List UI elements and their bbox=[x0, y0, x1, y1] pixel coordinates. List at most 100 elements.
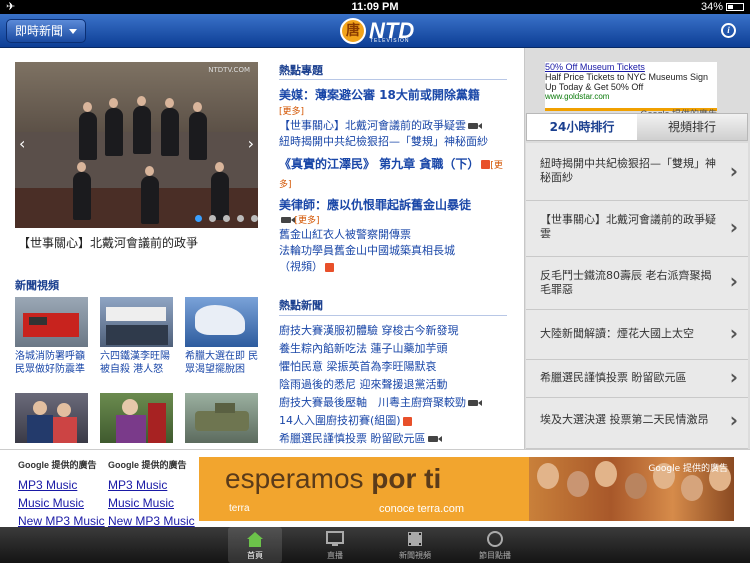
hot-news-title: 熱點新聞 bbox=[279, 299, 323, 312]
news-link-text: 陰雨過後的悉尼 迎來聲援退黨活動 bbox=[279, 378, 448, 391]
navigation-bar: 即時新聞 唐 NTD TELEVISION i bbox=[0, 14, 750, 48]
ranking-item-text: 反毛鬥士鐵流80壽辰 老右派齊聚揭毛罪惡 bbox=[540, 269, 712, 296]
terra-banner-ad[interactable]: esperamos por ti terra conoce terra.com … bbox=[199, 457, 734, 521]
more-label: [更多] bbox=[279, 107, 305, 117]
home-icon bbox=[247, 532, 263, 547]
news-link[interactable]: 懼怕民意 梁振英首為李旺陽默哀 bbox=[279, 359, 509, 375]
ranking-item[interactable]: 希臘選民謹慎投票 盼留歐元區 › bbox=[526, 360, 748, 398]
ad-description: Half Price Tickets to NYC Museums Sign U… bbox=[545, 72, 709, 92]
hero-carousel[interactable]: NTDTV.COM ‹ › bbox=[15, 62, 258, 228]
carousel-prev-icon[interactable]: ‹ bbox=[19, 134, 25, 153]
info-icon[interactable]: i bbox=[721, 23, 736, 38]
topic-link[interactable]: 法輪功學員舊金山中國城築真相長城（視頻） bbox=[279, 243, 469, 275]
ranking-item-text: 大陸新聞解讀：煙花大國上太空 bbox=[540, 327, 694, 340]
news-link[interactable]: 14人入圍廚技初賽(組圖) bbox=[279, 413, 509, 429]
page-dot bbox=[195, 215, 202, 222]
carousel-page-indicator bbox=[195, 215, 258, 222]
video-section-title: 新聞視頻 bbox=[15, 279, 59, 292]
chevron-down-icon bbox=[69, 28, 78, 34]
ad-link[interactable]: Music Music bbox=[18, 494, 110, 512]
news-menu-button[interactable]: 即時新聞 bbox=[6, 19, 87, 43]
ranking-item[interactable]: 大陸新聞解讀：煙花大國上太空 › bbox=[526, 310, 748, 360]
tab-on-demand-label: 節目點播 bbox=[479, 551, 511, 560]
video-item[interactable] bbox=[15, 393, 89, 443]
sidebar-ad[interactable]: 50% Off Museum Tickets Half Price Ticket… bbox=[545, 62, 717, 119]
news-link-text: 廚技大賽漢服初體驗 穿梭古今新發現 bbox=[279, 324, 459, 337]
tab-home[interactable]: 首頁 bbox=[228, 527, 282, 563]
ranking-item[interactable]: 反毛鬥士鐵流80壽辰 老右派齊聚揭毛罪惡 › bbox=[526, 257, 748, 310]
banner-cta: conoce terra.com bbox=[379, 503, 464, 515]
ad-link[interactable]: MP3 Music bbox=[18, 476, 110, 494]
topic-link-text: 紐時揭開中共紀檢狠招—「雙規」神秘面紗 bbox=[279, 135, 488, 148]
video-camera-icon bbox=[427, 436, 442, 442]
news-link[interactable]: 陰雨過後的悉尼 迎來聲援退黨活動 bbox=[279, 377, 509, 393]
google-ad-column: Google 提供的廣告 MP3 Music Music Music New M… bbox=[18, 458, 110, 530]
topic-headline[interactable]: 美媒：薄案避公審 18大前或開除黨籍 bbox=[279, 87, 504, 104]
carousel-next-icon[interactable]: › bbox=[248, 134, 254, 153]
ranking-item-text: 紐時揭開中共紀檢狠招—「雙規」神秘面紗 bbox=[540, 157, 716, 184]
battery-icon bbox=[726, 3, 744, 11]
red-tag-icon bbox=[402, 416, 412, 426]
video-thumbnail bbox=[100, 393, 173, 443]
news-link-text: 14人入圍廚技初賽(組圖) bbox=[279, 414, 401, 427]
banner-text-a: esperamos bbox=[225, 463, 372, 494]
video-item[interactable] bbox=[100, 393, 174, 443]
tab-live[interactable]: 直播 bbox=[308, 527, 362, 563]
banner-attribution: Google 提供的廣告 bbox=[648, 464, 728, 474]
video-camera-icon bbox=[281, 217, 295, 223]
video-thumbnail bbox=[100, 297, 173, 347]
ad-title[interactable]: 50% Off Museum Tickets bbox=[545, 62, 717, 72]
bottom-tab-bar: 首頁 直播 新聞視頻 節目點播 bbox=[0, 527, 750, 563]
video-caption: 洛城消防署呼籲民眾做好防震準 bbox=[15, 351, 85, 375]
ad-link[interactable]: MP3 Music bbox=[108, 476, 200, 494]
video-caption: 希臘大選在即 民眾渴望擺脫困 bbox=[185, 351, 259, 375]
tv-icon bbox=[326, 531, 344, 546]
chevron-right-icon: › bbox=[729, 365, 738, 389]
topic-link[interactable]: 紐時揭開中共紀檢狠招—「雙規」神秘面紗 bbox=[279, 134, 509, 150]
video-item[interactable]: 希臘大選在即 民眾渴望擺脫困 bbox=[185, 297, 259, 376]
hero-caption[interactable]: 【世事關心】北戴河會議前的政爭 bbox=[18, 234, 198, 251]
page-dot bbox=[237, 215, 244, 222]
battery-percent: 34% bbox=[700, 1, 723, 13]
red-tag-icon bbox=[481, 160, 491, 169]
tab-video-ranking[interactable]: 視頻排行 bbox=[637, 114, 747, 140]
news-link[interactable]: 廚技大賽最後壓軸 川粵主廚齊聚較勁 bbox=[279, 395, 509, 411]
video-item[interactable]: 六四鐵漢李旺陽被自殺 港人怒 bbox=[100, 297, 174, 376]
ranking-item-text: 希臘選民謹慎投票 盼留歐元區 bbox=[540, 371, 687, 384]
compass-icon bbox=[487, 531, 503, 547]
topic-headline[interactable]: 《真實的江澤民》 第九章 貪職（下） [更多] bbox=[279, 156, 504, 194]
news-link[interactable]: 養生粽內餡新吃法 蓮子山藥加芋頭 bbox=[279, 341, 509, 357]
chevron-right-icon: › bbox=[729, 215, 738, 239]
video-thumbnail bbox=[15, 297, 88, 347]
video-item[interactable]: 洛城消防署呼籲民眾做好防震準 bbox=[15, 297, 89, 376]
ranking-item[interactable]: 埃及大選決選 投票第二天民情激昂 › bbox=[526, 398, 748, 449]
tab-news-video[interactable]: 新聞視頻 bbox=[388, 527, 442, 563]
topic-link[interactable]: 【世事關心】北戴河會議前的政爭疑雲 bbox=[279, 118, 509, 134]
divider bbox=[279, 79, 507, 80]
news-link[interactable]: 希臘選民謹慎投票 盼留歐元區 bbox=[279, 431, 509, 447]
topic-link-text: 【世事關心】北戴河會議前的政爭疑雲 bbox=[279, 119, 466, 132]
status-bar: ✈ 11:09 PM 34% bbox=[0, 0, 750, 14]
ad-link[interactable]: Music Music bbox=[108, 494, 200, 512]
banner-text-b: por ti bbox=[371, 463, 442, 494]
ad-url: www.goldstar.com bbox=[545, 92, 610, 101]
banner-brand: terra bbox=[229, 503, 250, 514]
ntd-seal-icon: 唐 bbox=[340, 18, 366, 44]
red-tag-icon bbox=[325, 262, 334, 272]
google-ad-column: Google 提供的廣告 MP3 Music Music Music New M… bbox=[108, 458, 200, 530]
tab-on-demand[interactable]: 節目點播 bbox=[468, 527, 522, 563]
video-thumbnail bbox=[15, 393, 88, 443]
news-link-text: 廚技大賽最後壓軸 川粵主廚齊聚較勁 bbox=[279, 396, 466, 409]
page-dot bbox=[251, 215, 258, 222]
hero-watermark: NTDTV.COM bbox=[208, 66, 250, 74]
tab-24h-ranking[interactable]: 24小時排行 bbox=[527, 114, 637, 140]
topic-headline-text: 美律師：應以仇恨罪起訴舊金山暴徒 bbox=[279, 198, 472, 212]
news-link[interactable]: 廚技大賽漢服初體驗 穿梭古今新發現 bbox=[279, 323, 509, 339]
google-ad-header: Google 提供的廣告 bbox=[18, 460, 97, 470]
ranking-item[interactable]: 紐時揭開中共紀檢狠招—「雙規」神秘面紗 › bbox=[526, 143, 748, 201]
banner-headline: esperamos por ti bbox=[225, 463, 441, 495]
video-item[interactable] bbox=[185, 393, 259, 443]
ranking-item[interactable]: 【世事關心】北戴河會議前的政爭疑雲 › bbox=[526, 201, 748, 257]
topic-link[interactable]: 舊金山紅衣人被警察開傳票 bbox=[279, 227, 509, 243]
google-ad-header: Google 提供的廣告 bbox=[108, 460, 187, 470]
